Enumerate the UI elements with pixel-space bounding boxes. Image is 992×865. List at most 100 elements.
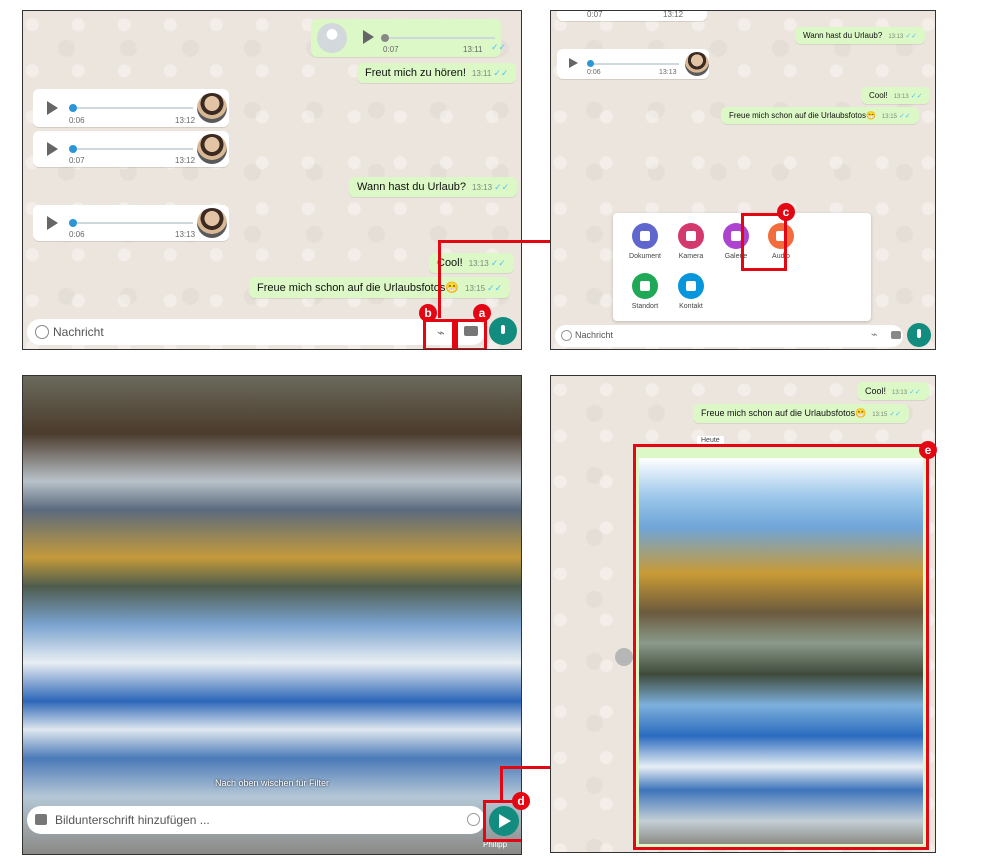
message-text: Wann hast du Urlaub? (357, 181, 467, 193)
image-preview-panel: Nach oben wischen für Filter Bilduntersc… (22, 375, 522, 855)
caption-input[interactable]: Bildunterschrift hinzufügen ... (27, 806, 485, 834)
badge-e: e (919, 441, 937, 459)
voice-track[interactable] (73, 148, 193, 150)
read-ticks-icon: ✓✓ (910, 93, 923, 100)
mic-button[interactable] (489, 317, 517, 345)
attach-icon[interactable]: ⌁ (871, 328, 878, 341)
voice-time: 13:11 (463, 45, 483, 54)
voice-track[interactable] (589, 63, 679, 65)
swipe-hint: Nach oben wischen für Filter (214, 778, 330, 788)
avatar (197, 134, 227, 164)
read-ticks-icon: ✓✓ (494, 182, 510, 192)
read-ticks-icon: ✓✓ (898, 113, 911, 120)
voice-track[interactable] (73, 107, 193, 109)
voice-elapsed: 0:06 (587, 69, 601, 76)
message-outgoing[interactable]: Wann hast du Urlaub? 13:13 ✓✓ (349, 177, 518, 197)
attach-kontakt[interactable]: Kontakt (659, 273, 723, 310)
read-ticks-icon: ✓✓ (909, 389, 921, 396)
connector-line (438, 240, 441, 318)
message-text: Cool! (869, 91, 888, 100)
avatar (197, 208, 227, 238)
message-time: 13:13 (892, 390, 908, 396)
message-outgoing[interactable]: Freue mich schon auf die Urlaubsfotos😁 13… (249, 277, 511, 298)
voice-elapsed: 0:07 (383, 45, 399, 54)
message-time: 13:15 (465, 284, 486, 293)
message-time: 13:15 (881, 114, 897, 120)
message-outgoing[interactable]: Freue mich schon auf die Urlaubsfotos😁 13… (693, 404, 910, 423)
voice-knob[interactable] (69, 104, 77, 112)
forward-icon[interactable] (615, 648, 633, 666)
chat-panel-1: 0:07 13:11 ✓✓ Freut mich zu hören! 13:11 ✓… (22, 10, 522, 350)
contact-icon (678, 273, 704, 299)
voice-message-incoming[interactable]: 0:06 13:12 (33, 89, 229, 127)
voice-message-incoming[interactable]: 0:06 13:13 (557, 49, 709, 79)
emoji-icon[interactable] (561, 330, 572, 341)
message-text: Freut mich zu hören! (365, 67, 466, 79)
voice-time: 13:13 (175, 230, 196, 239)
avatar (197, 93, 227, 123)
message-outgoing[interactable]: Cool! 13:13 ✓✓ (857, 382, 929, 400)
message-text: Freue mich schon auf die Urlaubsfotos😁 (257, 282, 460, 294)
message-time: 13:13 (472, 183, 493, 192)
message-text: Freue mich schon auf die Urlaubsfotos😁 (701, 408, 867, 418)
message-text: Freue mich schon auf die Urlaubsfotos😁 (729, 111, 876, 120)
message-outgoing[interactable]: Freue mich schon auf die Urlaubsfotos😁 13… (721, 107, 919, 124)
attach-label: Kontakt (679, 303, 703, 310)
read-ticks-icon: ✓✓ (487, 283, 503, 293)
timer-icon[interactable] (467, 813, 480, 826)
highlight-sent-image (633, 444, 929, 850)
highlight-camera (455, 319, 487, 349)
avatar (685, 52, 709, 76)
mic-button[interactable] (907, 323, 931, 347)
message-text: Cool! (865, 386, 887, 396)
location-icon (632, 273, 658, 299)
play-icon[interactable] (47, 101, 58, 115)
voice-elapsed: 0:07 (69, 156, 85, 165)
message-outgoing[interactable]: Wann hast du Urlaub? 13:13 ✓✓ (795, 27, 926, 44)
voice-elapsed: 0:06 (69, 230, 85, 239)
voice-message-incoming[interactable]: 0:06 13:13 (33, 205, 229, 241)
voice-time: 13:12 (175, 156, 196, 165)
message-time: 13:13 (893, 94, 909, 100)
voice-message-outgoing[interactable]: 0:07 13:11 ✓✓ (311, 19, 506, 57)
voice-knob[interactable] (381, 34, 389, 42)
voice-message-incoming[interactable]: 0:07 13:12 (557, 11, 707, 21)
chat-panel-2: 0:07 13:12 Wann hast du Urlaub? 13:13 ✓✓ 0… (550, 10, 936, 350)
connector-line (500, 766, 503, 802)
voice-message-incoming[interactable]: 0:07 13:12 (33, 131, 229, 167)
voice-knob[interactable] (587, 60, 594, 67)
gallery-icon[interactable] (35, 814, 47, 825)
message-input[interactable]: Nachricht ⌁ (27, 319, 485, 345)
read-ticks-icon: ✓✓ (490, 258, 506, 268)
voice-time: 13:13 (659, 69, 677, 76)
message-text: Wann hast du Urlaub? (803, 31, 883, 40)
camera-icon (678, 223, 704, 249)
message-input[interactable]: Nachricht ⌁ (555, 325, 903, 347)
message-outgoing[interactable]: Freut mich zu hören! 13:11 ✓✓ (357, 63, 517, 83)
message-time: 13:11 (471, 69, 492, 78)
message-time: 13:13 (468, 259, 489, 268)
voice-knob[interactable] (69, 145, 77, 153)
play-icon[interactable] (47, 216, 58, 230)
play-icon[interactable] (569, 58, 578, 68)
read-ticks-icon: ✓✓ (493, 68, 509, 78)
play-icon[interactable] (47, 142, 58, 156)
message-placeholder: Nachricht (575, 330, 614, 340)
badge-d: d (512, 792, 530, 810)
play-icon[interactable] (363, 30, 374, 44)
voice-knob[interactable] (69, 219, 77, 227)
message-outgoing[interactable]: Cool! 13:13 ✓✓ (861, 87, 931, 104)
message-time: 13:15 (872, 412, 888, 418)
voice-track[interactable] (73, 222, 193, 224)
highlight-galerie (741, 213, 787, 271)
chat-panel-4: Cool! 13:13 ✓✓ Freue mich schon auf die Ur… (550, 375, 936, 853)
badge-b: b (419, 304, 437, 322)
voice-track[interactable] (383, 37, 495, 39)
avatar (317, 23, 347, 53)
camera-icon[interactable] (891, 331, 901, 339)
document-icon (632, 223, 658, 249)
message-placeholder: Nachricht (53, 325, 104, 339)
emoji-icon[interactable] (35, 325, 49, 339)
message-outgoing[interactable]: Cool! 13:13 ✓✓ (429, 253, 514, 273)
caption-placeholder: Bildunterschrift hinzufügen ... (55, 813, 210, 827)
